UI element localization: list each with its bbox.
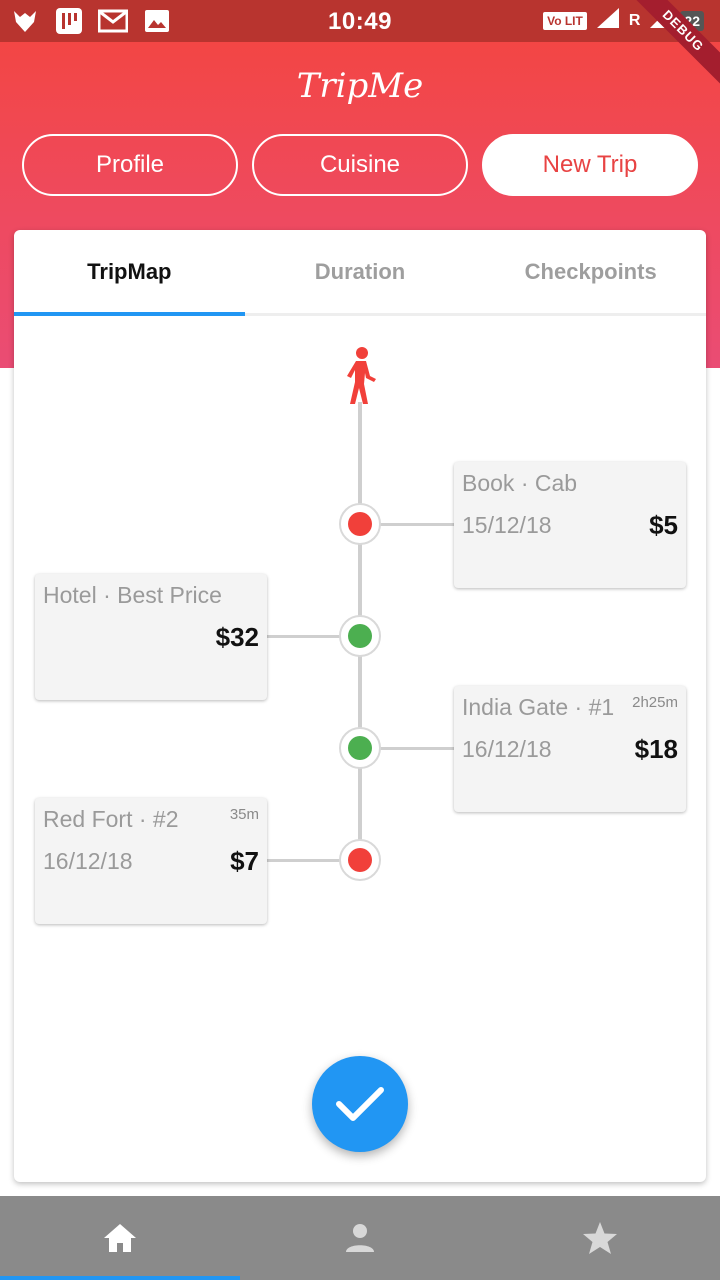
checkpoint-price: $5 [649,510,678,540]
nav-profile[interactable] [240,1196,480,1280]
profile-button[interactable]: Profile [22,134,238,196]
checkpoint-price: $7 [230,846,259,876]
top-navigation: Profile Cuisine New Trip [22,134,698,196]
connector-line [266,635,340,638]
trip-card: TripMap Duration Checkpoints Book · Cab … [14,230,706,1182]
checkpoint-title: Red Fort · #2 [43,806,179,832]
confirm-fab[interactable] [312,1056,408,1152]
new-trip-button[interactable]: New Trip [482,134,698,196]
volte-badge: Vo LIT [543,11,587,30]
connector-line [380,523,454,526]
checkpoint-card-book-cab[interactable]: Book · Cab 15/12/18 $5 [454,462,686,588]
app-title: TripMe [296,66,424,106]
signal-icon [595,6,621,35]
checkpoint-price: $32 [215,622,259,652]
tab-tripmap[interactable]: TripMap [14,230,245,316]
checkpoint-card-india-gate[interactable]: India Gate · #1 2h25m 16/12/18 $18 [454,686,686,812]
status-bar: 10:49 Vo LIT R 22 DEBUG [0,0,720,92]
checkpoint-title: India Gate · #1 [462,694,615,720]
cuisine-button[interactable]: Cuisine [252,134,468,196]
checkpoint-date: 16/12/18 [462,736,552,762]
checkpoint-title: Hotel · Best Price [43,582,222,608]
checkpoint-title: Book · Cab [462,470,578,496]
checkpoint-date: 16/12/18 [43,848,133,874]
check-icon [336,1087,384,1121]
checkpoint-duration: 2h25m [632,694,678,711]
timeline-node[interactable] [339,615,381,657]
tab-checkpoints[interactable]: Checkpoints [475,230,706,313]
checkpoint-card-hotel[interactable]: Hotel · Best Price $32 [35,574,267,700]
checkpoint-duration: 35m [229,806,259,823]
star-icon [583,1222,617,1254]
home-icon [104,1224,136,1252]
person-icon [346,1224,374,1252]
checkpoint-price: $18 [634,734,678,764]
carrier-label: R [628,11,641,29]
connector-line [266,859,340,862]
connector-line [380,747,454,750]
timeline-node[interactable] [339,839,381,881]
bottom-navigation [0,1196,720,1280]
nav-favorites[interactable] [480,1196,720,1280]
tab-bar: TripMap Duration Checkpoints [14,230,706,316]
nav-home[interactable] [0,1196,240,1280]
checkpoint-card-red-fort[interactable]: Red Fort · #2 35m 16/12/18 $7 [35,798,267,924]
timeline-node[interactable] [339,503,381,545]
checkpoint-date: 15/12/18 [462,512,552,538]
timeline-node[interactable] [339,727,381,769]
tab-duration[interactable]: Duration [245,230,476,313]
walking-person-icon [340,346,380,406]
